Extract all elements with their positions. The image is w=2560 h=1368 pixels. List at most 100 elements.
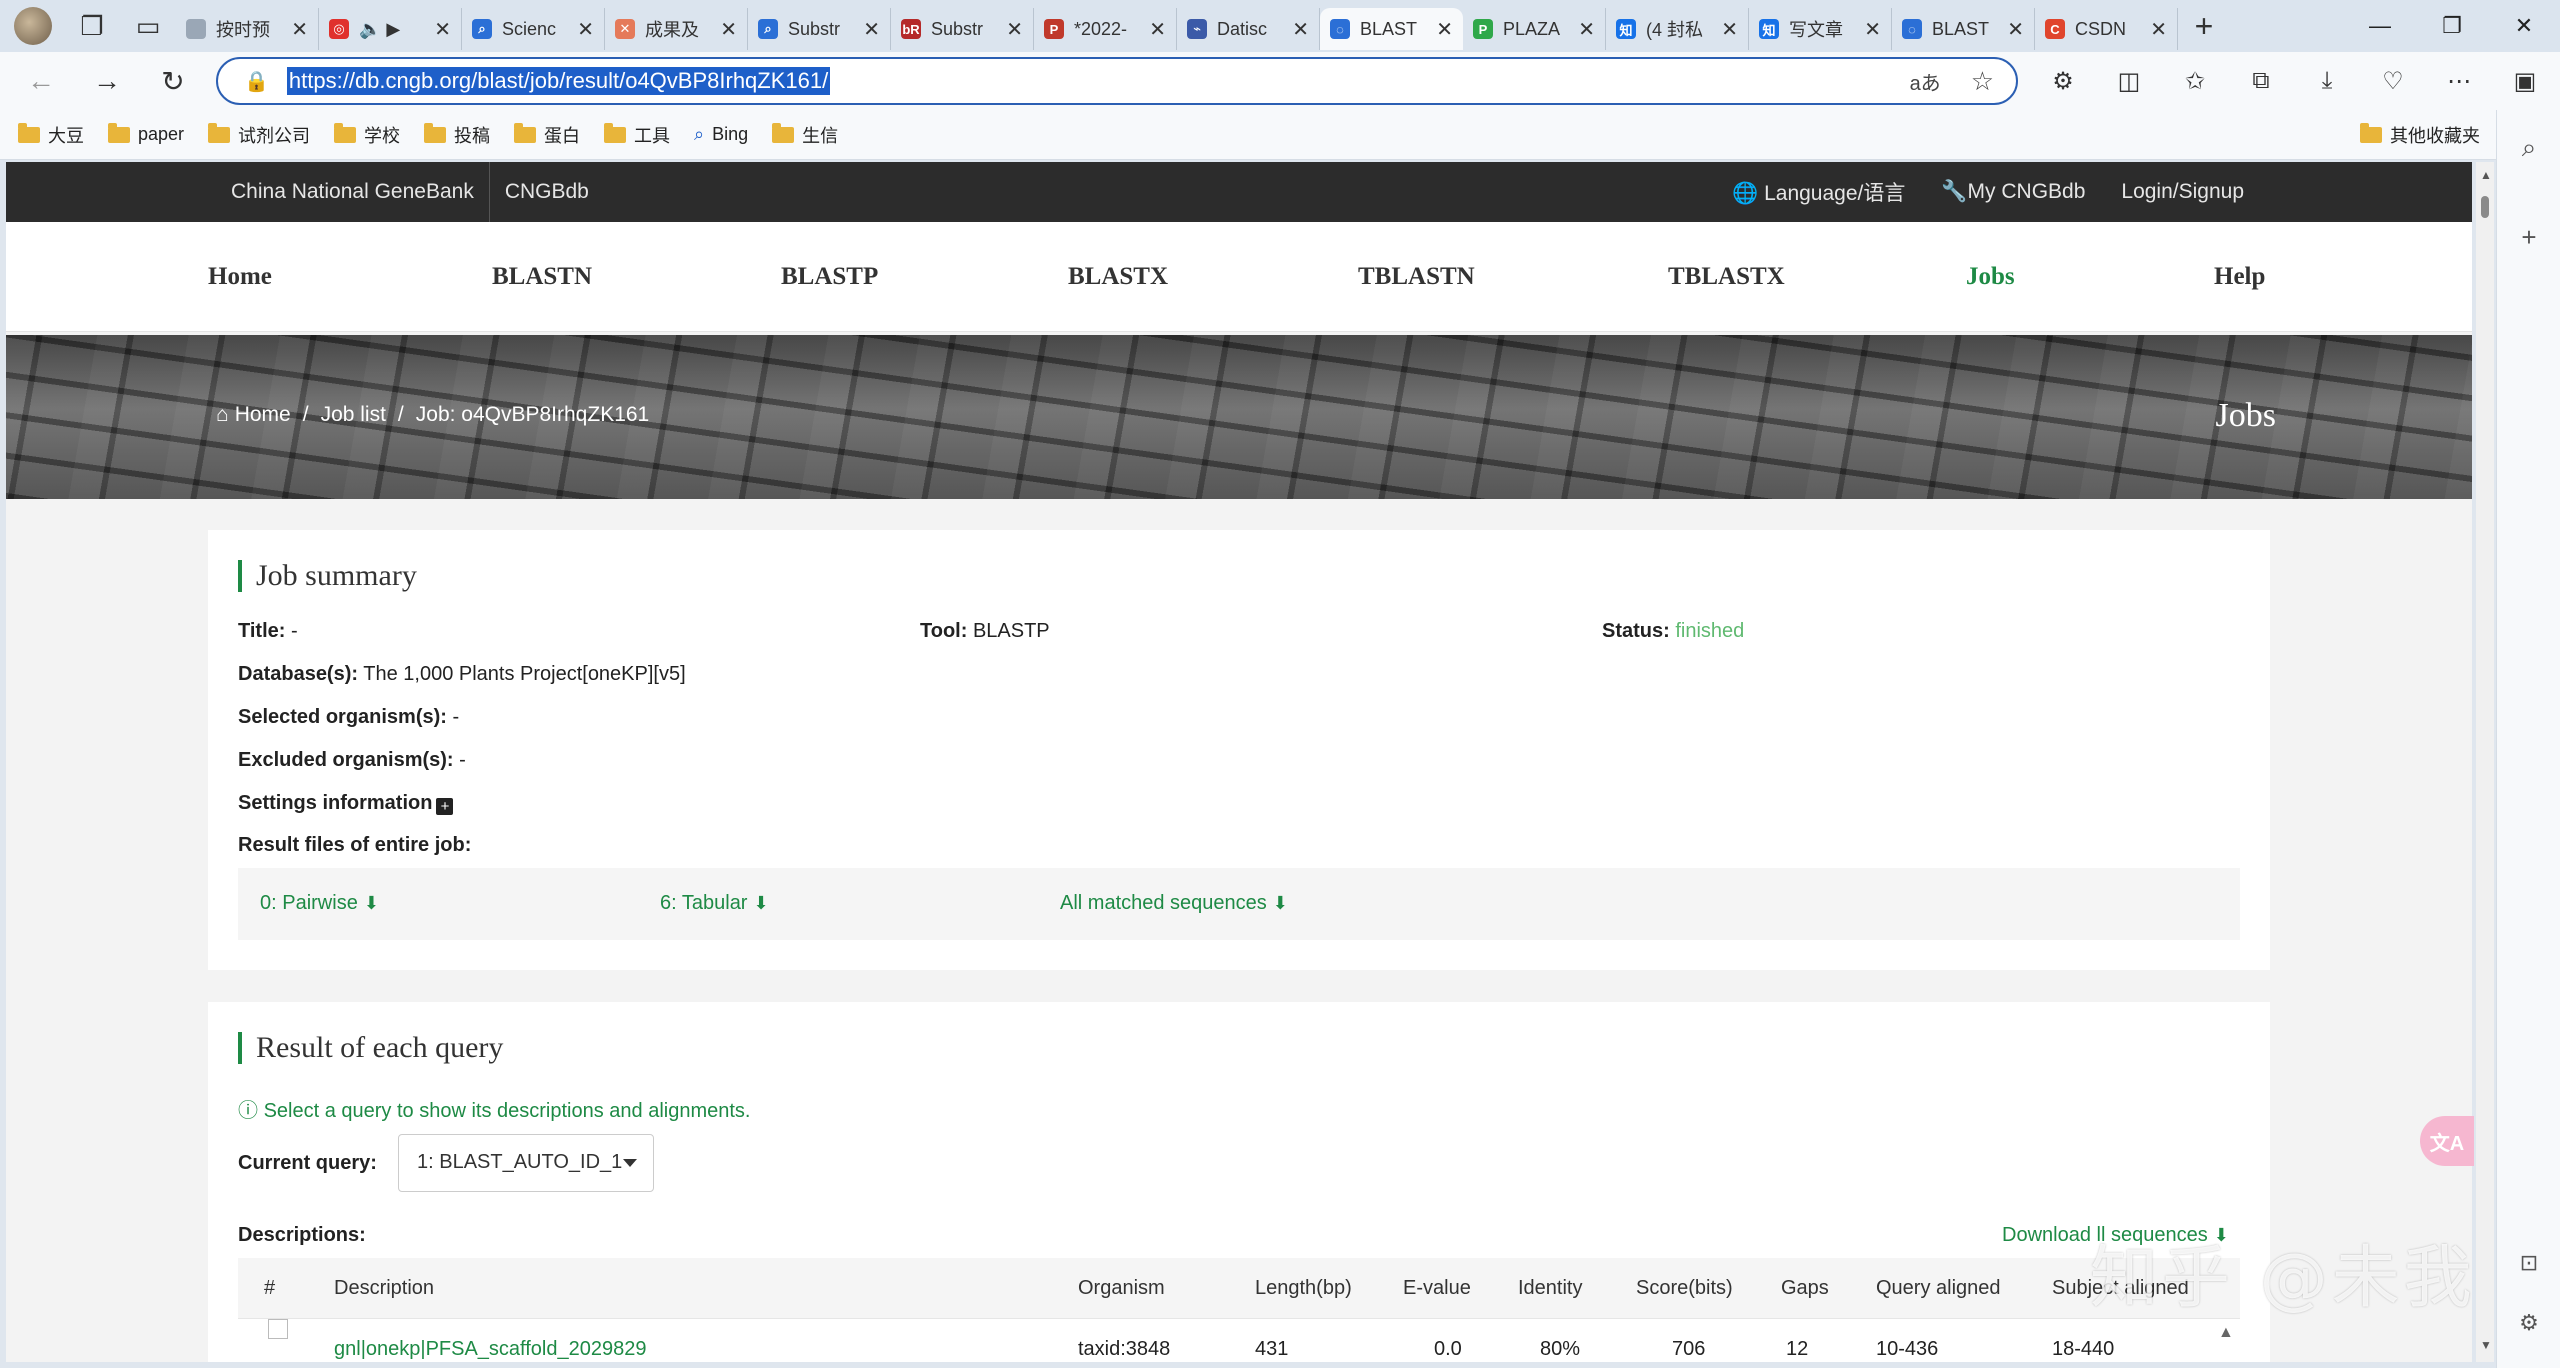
bookmark-item[interactable]: 大豆 (18, 122, 84, 148)
more-menu-icon[interactable]: ⋯ (2426, 52, 2492, 110)
col-gaps[interactable]: Gaps (1781, 1258, 1829, 1318)
browser-tab[interactable]: ✕ 成果及 ✕ (605, 8, 748, 50)
tab-close-icon[interactable]: ✕ (2150, 17, 2167, 42)
settings-information-toggle[interactable]: Settings information + (238, 792, 454, 815)
search-icon[interactable]: ⌕ (2497, 132, 2560, 164)
link-cngbdb[interactable]: CNGBdb (490, 162, 604, 222)
settings-gear-icon[interactable]: ⚙ (2497, 1310, 2560, 1336)
lock-icon[interactable]: 🔒 (244, 69, 269, 94)
col-evalue[interactable]: E-value (1403, 1258, 1471, 1318)
browser-tab[interactable]: P PLAZA ✕ (1463, 8, 1606, 50)
browser-essentials-icon[interactable]: ♡ (2360, 52, 2426, 110)
tab-close-icon[interactable]: ✕ (1006, 17, 1023, 42)
forward-icon[interactable]: → (74, 52, 140, 110)
bookmark-item[interactable]: ⌕ Bing (694, 124, 748, 145)
col-identity[interactable]: Identity (1518, 1258, 1582, 1318)
col-score[interactable]: Score(bits) (1636, 1258, 1733, 1318)
tab-close-icon[interactable]: ✕ (1578, 17, 1595, 42)
new-tab-button[interactable]: + (2178, 0, 2230, 52)
browser-tab[interactable]: bR Substr ✕ (891, 8, 1034, 50)
tab-media-controls-icon[interactable]: 🔈 ▶ (359, 19, 428, 40)
tab-actions-icon[interactable]: ▭ (120, 0, 176, 52)
browser-tab[interactable]: 按时预 ✕ (176, 8, 319, 50)
browser-tab[interactable]: P *2022- ✕ (1034, 8, 1177, 50)
nav-jobs[interactable]: Jobs (1966, 222, 2015, 332)
url-text[interactable]: https://db.cngb.org/blast/job/result/o4Q… (286, 67, 831, 95)
browser-tab[interactable]: C CSDN ✕ (2035, 8, 2178, 50)
bookmark-item[interactable]: 试剂公司 (208, 122, 310, 148)
profile-avatar[interactable] (14, 7, 52, 45)
minimize-icon[interactable]: — (2344, 0, 2416, 52)
col-query-aligned[interactable]: Query aligned (1876, 1258, 2001, 1318)
other-bookmarks[interactable]: 其他收藏夹 (2360, 122, 2480, 148)
restore-icon[interactable]: ❐ (2416, 0, 2488, 52)
scroll-top-icon[interactable]: ▲ (2218, 1324, 2234, 1342)
browser-tab[interactable]: ◎ 🔈 ▶ ✕ (319, 8, 462, 50)
my-cngbdb-link[interactable]: 🔧My CNGBdb (1923, 180, 2103, 204)
tab-close-icon[interactable]: ✕ (577, 17, 594, 42)
browser-tab[interactable]: ⌁ Datisc ✕ (1177, 8, 1320, 50)
pairwise-download-link[interactable]: 0: Pairwise ⬇ (260, 892, 379, 915)
bookmark-item[interactable]: 学校 (334, 122, 400, 148)
extensions-icon[interactable]: ⚙ (2030, 52, 2096, 110)
favorite-star-icon[interactable]: ☆ (1971, 66, 1994, 97)
browser-tab[interactable]: 知写文章 ✕ (1749, 8, 1892, 50)
query-select[interactable]: 1: BLAST_AUTO_ID_1 (398, 1134, 654, 1192)
col-description[interactable]: Description (334, 1258, 434, 1318)
browser-tab[interactable]: ◌ BLAST ✕ (1320, 8, 1463, 50)
bookmark-item[interactable]: 投稿 (424, 122, 490, 148)
translate-float-button[interactable]: 文A (2420, 1116, 2474, 1166)
url-field[interactable]: 🔒 https://db.cngb.org/blast/job/result/o… (216, 57, 2018, 105)
browser-tab[interactable]: ⌕ Scienc ✕ (462, 8, 605, 50)
row-description-link[interactable]: gnl|onekp|PFSA_scaffold_2029829 (334, 1319, 646, 1362)
back-icon[interactable]: ← (8, 52, 74, 110)
col-length[interactable]: Length(bp) (1255, 1258, 1352, 1318)
tab-close-icon[interactable]: ✕ (863, 17, 880, 42)
all-matched-download-link[interactable]: All matched sequences ⬇ (1060, 892, 1288, 915)
col-index[interactable]: # (264, 1258, 275, 1318)
nav-blastp[interactable]: BLASTP (781, 222, 878, 332)
add-sidebar-icon[interactable]: + (2497, 222, 2560, 253)
nav-help[interactable]: Help (2214, 222, 2265, 332)
tab-close-icon[interactable]: ✕ (2007, 17, 2024, 42)
bookmark-item[interactable]: 生信 (772, 122, 838, 148)
tab-close-icon[interactable]: ✕ (1864, 17, 1881, 42)
collections-icon[interactable]: ⧉ (2228, 52, 2294, 110)
sidebar-toggle-icon[interactable]: ▣ (2492, 52, 2558, 110)
scroll-thumb[interactable] (2481, 196, 2489, 218)
tab-close-icon[interactable]: ✕ (720, 17, 737, 42)
browser-tab[interactable]: ◌ BLAST ✕ (1892, 8, 2035, 50)
bookmark-item[interactable]: paper (108, 122, 184, 145)
login-link[interactable]: Login/Signup (2103, 180, 2262, 204)
tab-close-icon[interactable]: ✕ (1721, 17, 1738, 42)
favorites-icon[interactable]: ✩ (2162, 52, 2228, 110)
nav-home[interactable]: Home (208, 222, 272, 332)
split-screen-icon[interactable]: ◫ (2096, 52, 2162, 110)
col-organism[interactable]: Organism (1078, 1258, 1165, 1318)
scroll-up-icon[interactable]: ▲ (2480, 168, 2492, 182)
bookmark-item[interactable]: 工具 (604, 122, 670, 148)
downloads-icon[interactable]: ⤓ (2294, 52, 2360, 110)
nav-tblastx[interactable]: TBLASTX (1668, 222, 1785, 332)
tab-close-icon[interactable]: ✕ (1436, 17, 1453, 42)
plus-square-icon[interactable]: + (436, 798, 454, 815)
tab-close-icon[interactable]: ✕ (434, 17, 451, 42)
tab-close-icon[interactable]: ✕ (1292, 17, 1309, 42)
nav-blastx[interactable]: BLASTX (1068, 222, 1168, 332)
browser-tab[interactable]: ⌕ Substr ✕ (748, 8, 891, 50)
breadcrumb-home[interactable]: Home (235, 403, 291, 427)
scroll-down-icon[interactable]: ▼ (2480, 1338, 2492, 1352)
link-cngb[interactable]: China National GeneBank (216, 162, 490, 222)
close-window-icon[interactable]: ✕ (2488, 0, 2560, 52)
nav-blastn[interactable]: BLASTN (492, 222, 592, 332)
bookmark-item[interactable]: 蛋白 (514, 122, 580, 148)
breadcrumb-job-list[interactable]: Job list (321, 403, 386, 427)
tab-close-icon[interactable]: ✕ (291, 17, 308, 42)
row-checkbox[interactable] (268, 1319, 288, 1339)
screenshot-icon[interactable]: ⊡ (2497, 1250, 2560, 1276)
tabular-download-link[interactable]: 6: Tabular ⬇ (660, 892, 769, 915)
workspaces-icon[interactable]: ❐ (64, 0, 120, 52)
tab-close-icon[interactable]: ✕ (1149, 17, 1166, 42)
page-scrollbar[interactable]: ▲ ▼ (2476, 162, 2494, 1362)
refresh-icon[interactable]: ↻ (140, 52, 206, 110)
